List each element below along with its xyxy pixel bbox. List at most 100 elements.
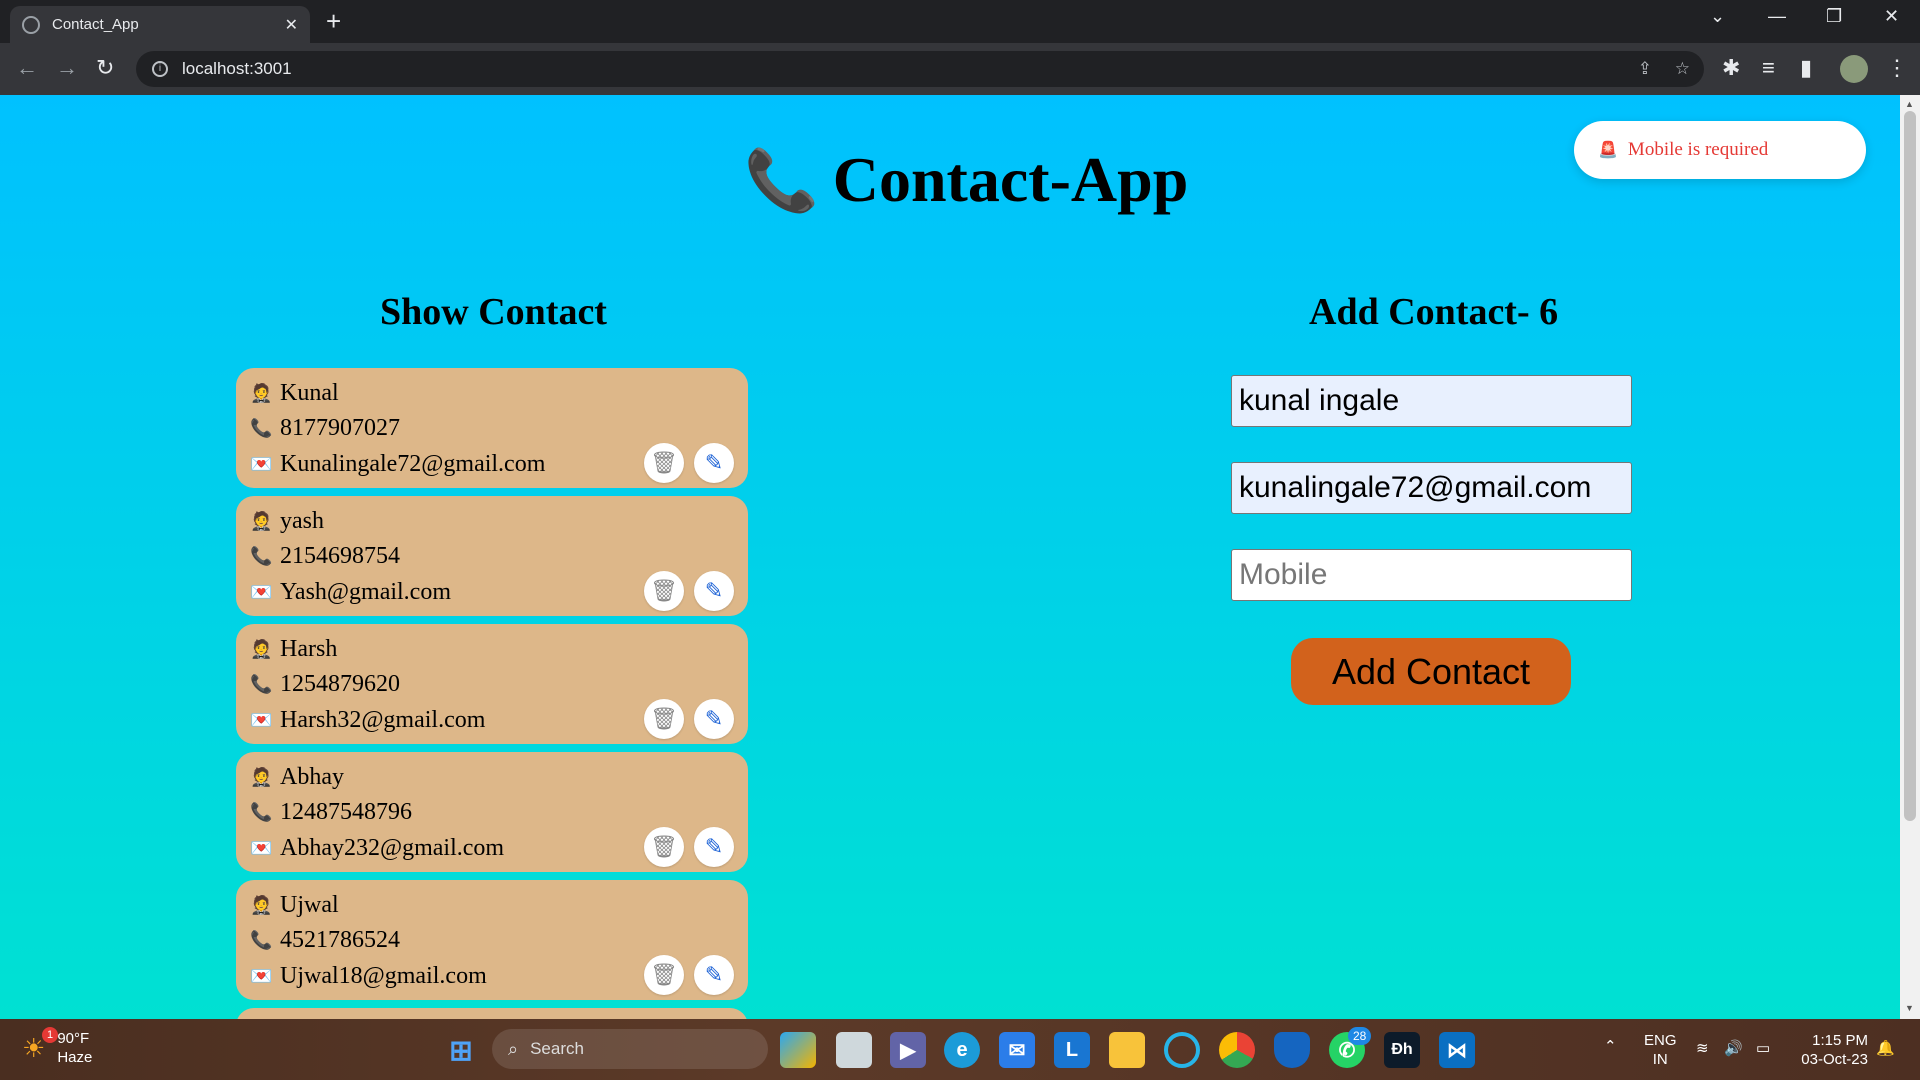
defender-shield-icon[interactable] [1274, 1032, 1310, 1068]
side-panel-icon[interactable]: ▮ [1800, 55, 1812, 81]
person-icon: 🤵 [250, 511, 273, 531]
cortana-icon[interactable] [1164, 1032, 1200, 1068]
toast-message: Mobile is required [1627, 139, 1769, 160]
show-hidden-icons[interactable]: ⌃ [1604, 1037, 1617, 1056]
chrome-icon[interactable] [1219, 1032, 1255, 1068]
minimize-icon[interactable]: — [1768, 6, 1786, 27]
pencil-icon: ✎ [704, 450, 724, 475]
contact-name: Kunal [280, 380, 339, 406]
trash-icon: 🗑 [650, 706, 678, 731]
extensions-icon[interactable]: ✱ [1722, 55, 1740, 81]
heart-letter-icon: 💌 [250, 838, 273, 858]
trash-icon: 🗑 [650, 962, 678, 987]
pencil-icon: ✎ [704, 706, 724, 731]
scrollbar-thumb[interactable] [1904, 111, 1916, 821]
edge-icon[interactable]: e [944, 1032, 980, 1068]
restore-icon[interactable]: ❐ [1826, 6, 1842, 27]
heart-letter-icon: 💌 [250, 966, 273, 986]
scroll-up-icon[interactable]: ▲ [1905, 99, 1914, 109]
trash-icon: 🗑 [650, 834, 678, 859]
l-app-icon[interactable]: L [1054, 1032, 1090, 1068]
contact-mobile: 2154698754 [280, 543, 400, 569]
edit-button[interactable]: ✎ [694, 955, 734, 995]
battery-icon[interactable]: ▭ [1756, 1039, 1770, 1058]
page-scrollbar[interactable]: ▲ ▼ [1900, 95, 1920, 1019]
browser-tab[interactable]: Contact_App ✕ [10, 6, 310, 43]
url-text: localhost:3001 [182, 59, 292, 78]
clock[interactable]: 1:15 PM 03-Oct-23 [1792, 1031, 1868, 1069]
contact-name: Abhay [280, 764, 344, 790]
whatsapp-badge: 28 [1348, 1027, 1372, 1045]
back-icon[interactable]: ← [16, 55, 38, 81]
wifi-icon[interactable]: ≋ [1696, 1039, 1709, 1058]
contact-name: yash [280, 508, 324, 534]
contact-email: Ujwal18@gmail.com [280, 963, 487, 989]
search-label: Search [530, 1039, 584, 1058]
menu-icon[interactable]: ⋮ [1886, 55, 1908, 81]
edit-button[interactable]: ✎ [694, 443, 734, 483]
edit-button[interactable]: ✎ [694, 571, 734, 611]
taskbar-search[interactable]: ⌕ Search [492, 1029, 768, 1069]
search-icon: ⌕ [508, 1038, 519, 1059]
heart-letter-icon: 💌 [250, 710, 273, 730]
delete-button[interactable]: 🗑 [644, 443, 684, 483]
share-icon[interactable]: ⇪ [1638, 59, 1652, 79]
add-contact-button[interactable]: Add Contact [1291, 638, 1571, 705]
contact-email: Harsh32@gmail.com [280, 707, 486, 733]
site-info-icon[interactable]: i [152, 61, 168, 77]
contact-card: 🤵 yash 📞 2154698754 💌 Yash@gmail.com 🗑 ✎ [236, 496, 748, 616]
forward-icon[interactable]: → [56, 55, 78, 81]
browser-toolbar: ← → ↻ i localhost:3001 ⇪ ☆ ✱ ≡ ▮ ⋮ [0, 43, 1920, 95]
vscode-icon[interactable]: ⋈ [1439, 1032, 1475, 1068]
error-toast: 🚨 Mobile is required [1574, 121, 1866, 179]
address-bar[interactable]: i localhost:3001 ⇪ ☆ [136, 51, 1704, 87]
person-icon: 🤵 [250, 383, 273, 403]
delete-button[interactable]: 🗑 [644, 571, 684, 611]
volume-icon[interactable]: 🔊 [1724, 1039, 1743, 1058]
scroll-down-icon[interactable]: ▼ [1905, 1003, 1914, 1013]
bookmark-star-icon[interactable]: ☆ [1675, 59, 1690, 79]
copilot-icon[interactable] [780, 1032, 816, 1068]
media-control-icon[interactable]: ≡ [1762, 55, 1775, 81]
windows-start-icon[interactable]: ⊞ [443, 1032, 479, 1068]
mail-icon[interactable]: ✉ [999, 1032, 1035, 1068]
app-title-text: Contact-App [832, 144, 1189, 215]
edit-button[interactable]: ✎ [694, 827, 734, 867]
add-contact-heading: Add Contact- 6 [1309, 291, 1559, 333]
dh-app-icon[interactable]: Ðh [1384, 1032, 1420, 1068]
task-view-icon[interactable] [836, 1032, 872, 1068]
pencil-icon: ✎ [704, 962, 724, 987]
window-close-icon[interactable]: ✕ [1884, 6, 1899, 27]
teams-meet-icon[interactable]: ▶ [890, 1032, 926, 1068]
tab-search-icon[interactable]: ⌄ [1710, 6, 1725, 27]
contact-card-partial [236, 1008, 748, 1019]
weather-condition: Haze [57, 1049, 93, 1066]
name-input[interactable] [1231, 375, 1632, 427]
close-tab-icon[interactable]: ✕ [285, 15, 298, 35]
delete-button[interactable]: 🗑 [644, 827, 684, 867]
telephone-icon: 📞 [744, 147, 819, 214]
clock-time: 1:15 PM [1812, 1032, 1868, 1049]
language-indicator[interactable]: ENG IN [1644, 1031, 1677, 1069]
mobile-input[interactable] [1231, 549, 1632, 601]
email-input[interactable] [1231, 462, 1632, 514]
file-explorer-icon[interactable] [1109, 1032, 1145, 1068]
weather-widget[interactable]: ☀ 1 90°F Haze [22, 1027, 93, 1067]
edit-button[interactable]: ✎ [694, 699, 734, 739]
weather-badge: 1 [42, 1027, 58, 1043]
new-tab-icon[interactable]: + [326, 7, 341, 35]
reload-icon[interactable]: ↻ [96, 55, 114, 81]
temperature: 90°F [57, 1030, 90, 1047]
notification-bell-icon[interactable]: 🔔 [1876, 1039, 1895, 1058]
contact-email: Kunalingale72@gmail.com [280, 451, 546, 477]
contact-card: 🤵 Kunal 📞 8177907027 💌 Kunalingale72@gmail.… [236, 368, 748, 488]
profile-avatar[interactable] [1840, 55, 1868, 83]
region-code: IN [1652, 1051, 1668, 1068]
contact-email: Yash@gmail.com [280, 579, 451, 605]
phone-icon: 📞 [250, 674, 273, 694]
delete-button[interactable]: 🗑 [644, 699, 684, 739]
globe-icon [22, 15, 40, 34]
phone-icon: 📞 [250, 930, 273, 950]
delete-button[interactable]: 🗑 [644, 955, 684, 995]
clock-date: 03-Oct-23 [1801, 1051, 1868, 1068]
